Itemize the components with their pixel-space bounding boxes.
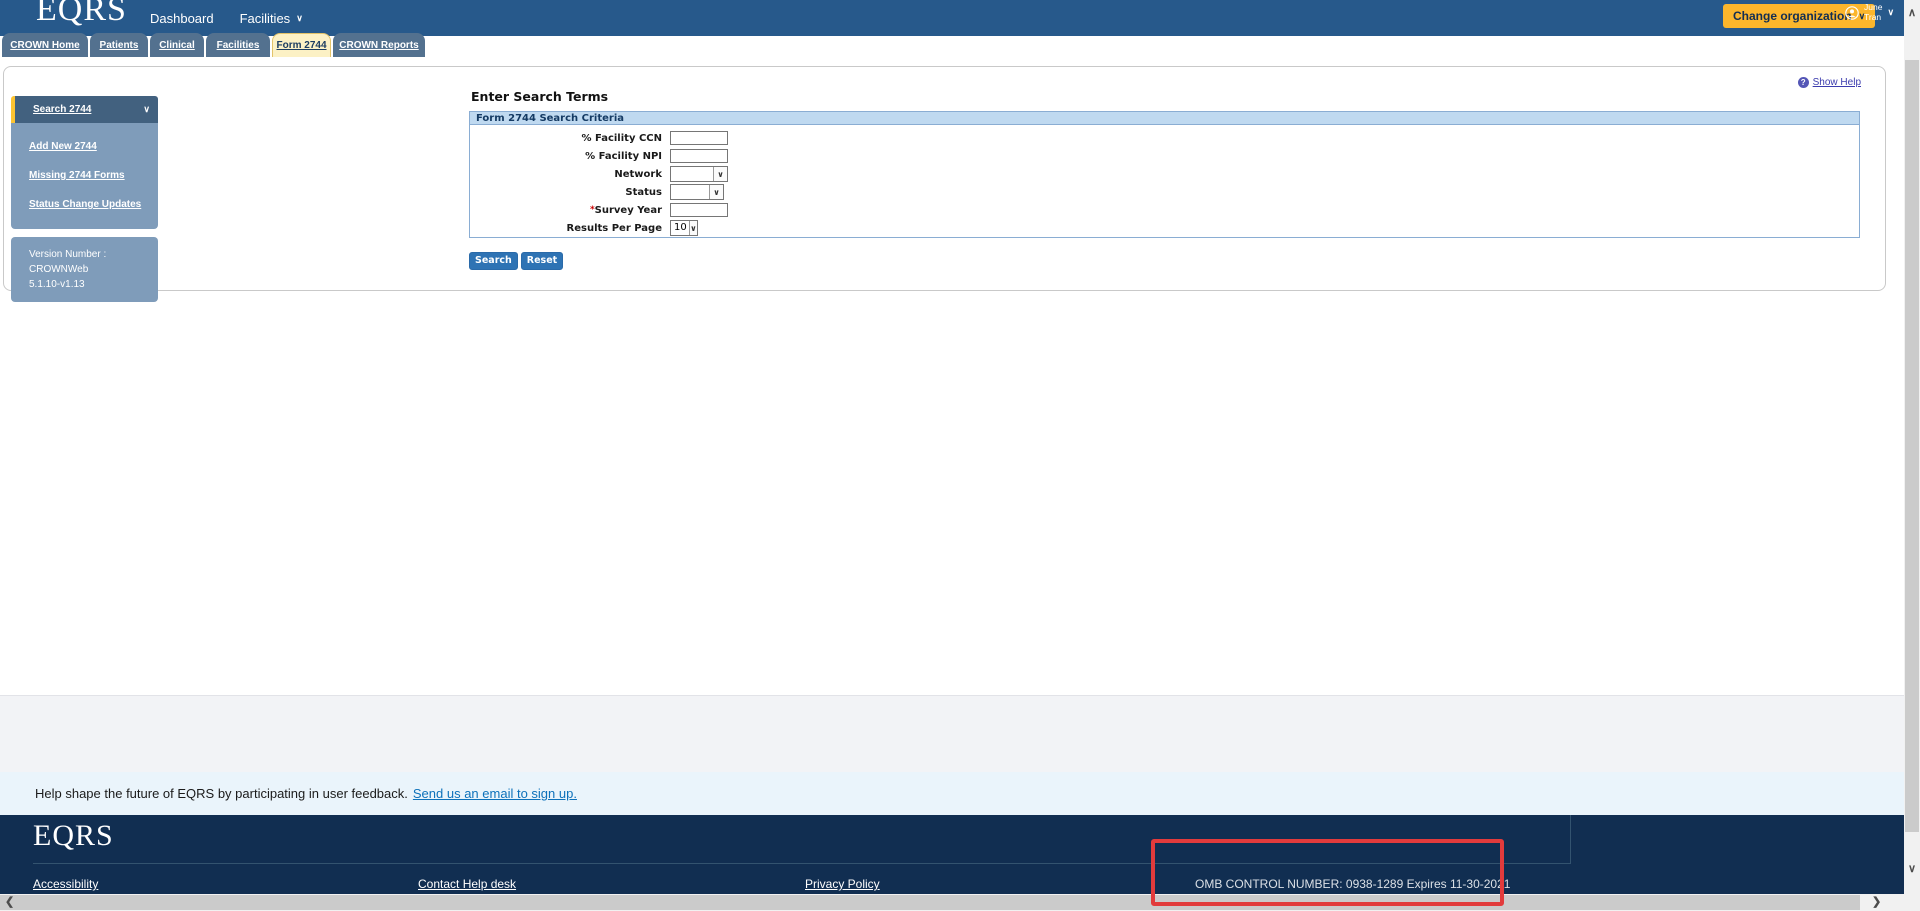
- chevron-down-icon: ∨: [143, 104, 150, 114]
- feedback-signup-link[interactable]: Send us an email to sign up.: [413, 786, 577, 801]
- results-per-page-label: Results Per Page: [566, 222, 662, 234]
- footer-link-accessibility[interactable]: Accessibility: [33, 877, 98, 891]
- form-row: *Survey Year: [470, 201, 1859, 219]
- sidebar-item-status-change-updates[interactable]: Status Change Updates: [29, 190, 158, 219]
- top-nav: Dashboard Facilities ∨: [150, 0, 303, 36]
- form-row: Status ∨: [470, 183, 1859, 201]
- chevron-down-icon: ∨: [1887, 7, 1895, 18]
- search-form: % Facility CCN % Facility NPI Network ∨ …: [470, 125, 1859, 237]
- help-icon: ?: [1797, 77, 1809, 88]
- page-title: Enter Search Terms: [471, 89, 609, 104]
- eqrs-logo: EQRS: [36, 0, 127, 28]
- tab-crown-reports[interactable]: CROWN Reports: [333, 33, 425, 57]
- chevron-down-icon: ∨: [296, 12, 303, 23]
- form-actions: Search Reset: [469, 252, 564, 270]
- sidebar-item-missing-2744-forms[interactable]: Missing 2744 Forms: [29, 161, 158, 190]
- reset-button[interactable]: Reset: [520, 252, 564, 270]
- omb-control-number: OMB CONTROL NUMBER: 0938-1289 Expires 11…: [1195, 877, 1511, 891]
- survey-year-label: *Survey Year: [589, 204, 662, 216]
- chevron-down-icon: ∨: [713, 167, 727, 181]
- facility-ccn-input[interactable]: [670, 131, 728, 145]
- network-select[interactable]: ∨: [670, 166, 728, 182]
- sidebar-item-add-new-2744[interactable]: Add New 2744: [29, 132, 158, 161]
- vertical-scrollbar[interactable]: ∧ ∨: [1904, 0, 1920, 894]
- tab-crown-home[interactable]: CROWN Home: [2, 33, 88, 57]
- nav-facilities[interactable]: Facilities ∨: [240, 11, 303, 26]
- tab-facilities[interactable]: Facilities: [206, 33, 270, 57]
- version-number-box: Version Number : CROWNWeb 5.1.10-v1.13: [11, 237, 158, 302]
- footer-edge-line: [1570, 815, 1571, 864]
- tab-clinical[interactable]: Clinical: [150, 33, 204, 57]
- form-row: % Facility CCN: [470, 129, 1859, 147]
- footer-link-privacy-policy[interactable]: Privacy Policy: [805, 877, 880, 891]
- tab-bar: CROWN Home Patients Clinical Facilities …: [2, 33, 425, 57]
- feedback-bar: Help shape the future of EQRS by partici…: [0, 772, 1904, 815]
- scroll-right-arrow-icon[interactable]: ❯: [1872, 895, 1881, 910]
- search-criteria-panel: Form 2744 Search Criteria % Facility CCN…: [469, 111, 1860, 238]
- horizontal-scrollbar-thumb[interactable]: [0, 895, 1860, 910]
- form-row: % Facility NPI: [470, 147, 1859, 165]
- search-button[interactable]: Search: [469, 252, 518, 270]
- status-label: Status: [625, 186, 662, 198]
- sidebar-item-search-2744[interactable]: Search 2744 ∨: [11, 96, 158, 123]
- form-row: Results Per Page 10 ∨: [470, 219, 1859, 237]
- chevron-down-icon: ∨: [688, 221, 697, 235]
- chevron-down-icon: ∨: [709, 185, 723, 199]
- feedback-text: Help shape the future of EQRS by partici…: [35, 786, 408, 801]
- show-help-label: Show Help: [1812, 77, 1861, 88]
- user-icon: [1845, 5, 1859, 20]
- user-menu[interactable]: June Tran ∨: [1845, 2, 1895, 23]
- scroll-down-arrow-icon[interactable]: ∨: [1904, 862, 1920, 875]
- footer-divider: [33, 863, 1570, 864]
- form-row: Network ∨: [470, 165, 1859, 183]
- network-label: Network: [614, 168, 662, 180]
- sidebar-submenu: Add New 2744 Missing 2744 Forms Status C…: [11, 123, 158, 229]
- search-criteria-title: Form 2744 Search Criteria: [470, 112, 1859, 125]
- eqrs-footer-logo: EQRS: [33, 819, 114, 852]
- tab-form-2744[interactable]: Form 2744: [272, 33, 331, 57]
- survey-year-input[interactable]: [670, 203, 728, 217]
- facility-ccn-label: % Facility CCN: [581, 132, 662, 144]
- app-header: EQRS Dashboard Facilities ∨ Change organ…: [0, 0, 1904, 36]
- footer-link-contact-help-desk[interactable]: Contact Help desk: [418, 877, 516, 891]
- scrollbar-corner: [1904, 894, 1920, 911]
- main-content-card: ? Show Help Search 2744 ∨ Add New 2744 M…: [3, 66, 1886, 302]
- facility-npi-input[interactable]: [670, 149, 728, 163]
- scroll-left-arrow-icon[interactable]: ❮: [5, 895, 14, 910]
- status-select[interactable]: ∨: [670, 184, 724, 200]
- scroll-up-arrow-icon[interactable]: ∧: [1904, 6, 1920, 19]
- facility-npi-label: % Facility NPI: [585, 150, 662, 162]
- vertical-scrollbar-thumb[interactable]: [1905, 60, 1919, 832]
- nav-dashboard[interactable]: Dashboard: [150, 11, 214, 26]
- horizontal-scrollbar[interactable]: ❮ ❯: [0, 894, 1904, 911]
- tab-patients[interactable]: Patients: [90, 33, 148, 57]
- user-name: June Tran: [1864, 2, 1883, 22]
- results-per-page-select[interactable]: 10 ∨: [670, 220, 698, 236]
- show-help-link[interactable]: ? Show Help: [1797, 77, 1861, 88]
- pre-footer-band: [0, 695, 1904, 772]
- sidebar: Search 2744 ∨ Add New 2744 Missing 2744 …: [11, 96, 158, 302]
